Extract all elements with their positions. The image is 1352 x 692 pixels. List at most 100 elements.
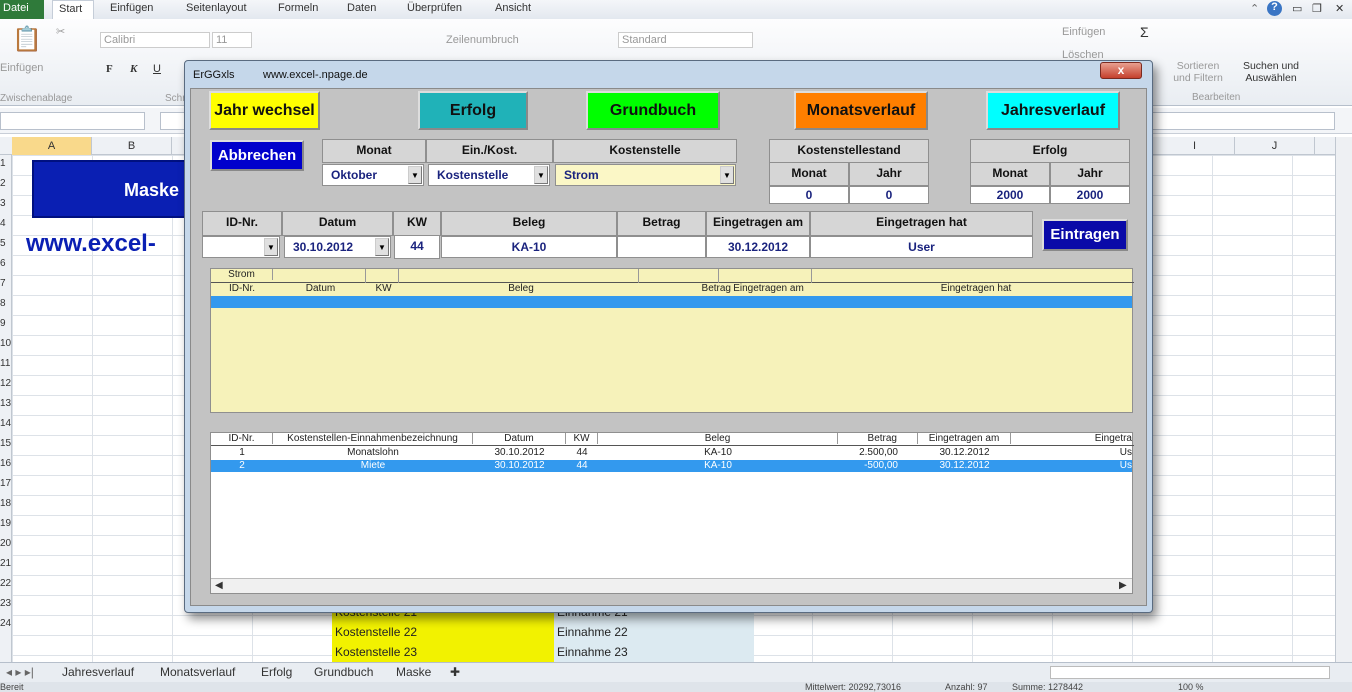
- italic-button[interactable]: K: [130, 63, 137, 75]
- row-header[interactable]: 18: [0, 498, 12, 509]
- tab-formeln[interactable]: Formeln: [278, 2, 318, 14]
- jahr-wechsel-button[interactable]: Jahr wechsel: [209, 91, 320, 130]
- sort-filter-button[interactable]: Sortieren und Filtern: [1168, 60, 1228, 84]
- row-header[interactable]: 20: [0, 538, 12, 549]
- entries-listbox[interactable]: ID-Nr. Kostenstellen-Einnahmenbezeichnun…: [210, 432, 1134, 594]
- chevron-down-icon[interactable]: ▼: [264, 238, 278, 256]
- chevron-down-icon[interactable]: ▼: [408, 166, 422, 184]
- zoom-level[interactable]: 100 %: [1178, 682, 1204, 692]
- jahresverlauf-button[interactable]: Jahresverlauf: [986, 91, 1120, 130]
- cost-center-cell[interactable]: Kostenstelle 22: [332, 622, 554, 642]
- row-header[interactable]: 24: [0, 618, 12, 629]
- sheet-tab-monatsverlauf[interactable]: Monatsverlauf: [160, 665, 235, 679]
- row-header[interactable]: 12: [0, 378, 12, 389]
- row-header[interactable]: 9: [0, 318, 12, 329]
- underline-button[interactable]: U: [153, 63, 161, 75]
- eingetragen-hat-input[interactable]: User: [810, 236, 1033, 258]
- help-icon[interactable]: ?: [1267, 1, 1282, 16]
- scroll-left-icon[interactable]: ◀: [215, 580, 223, 591]
- horizontal-scrollbar[interactable]: [1050, 666, 1330, 679]
- row-header[interactable]: 16: [0, 458, 12, 469]
- row-header[interactable]: 6: [0, 258, 12, 269]
- row-header[interactable]: 8: [0, 298, 12, 309]
- row-header[interactable]: 2: [0, 178, 12, 189]
- row-header[interactable]: 7: [0, 278, 12, 289]
- paste-icon[interactable]: 📋: [12, 25, 42, 54]
- kostenstelle-combobox[interactable]: Strom ▼: [555, 164, 736, 186]
- tab-datei[interactable]: Datei: [0, 0, 44, 19]
- datum-combobox[interactable]: 30.10.2012 ▼: [284, 236, 391, 258]
- income-cell[interactable]: Einnahme 22: [554, 622, 754, 642]
- row-header[interactable]: 11: [0, 358, 12, 369]
- column-header-i[interactable]: I: [1155, 137, 1235, 155]
- grundbuch-button[interactable]: Grundbuch: [586, 91, 720, 130]
- font-size-field[interactable]: 11: [212, 32, 252, 48]
- tab-start[interactable]: Start: [52, 0, 94, 19]
- sheet-tab-grundbuch[interactable]: Grundbuch: [314, 665, 373, 679]
- monat-combobox[interactable]: Oktober ▼: [322, 164, 424, 186]
- id-combobox[interactable]: ▼: [202, 236, 280, 258]
- row-header[interactable]: 10: [0, 338, 12, 349]
- tab-einfuegen[interactable]: Einfügen: [110, 2, 153, 14]
- erfolg-button[interactable]: Erfolg: [418, 91, 528, 130]
- tab-ansicht[interactable]: Ansicht: [495, 2, 531, 14]
- column-header-a[interactable]: A: [12, 137, 92, 155]
- selected-row[interactable]: [211, 296, 1132, 308]
- row-header[interactable]: 4: [0, 218, 12, 229]
- list2-horizontal-scrollbar[interactable]: ◀ ▶: [211, 578, 1132, 593]
- eintragen-button[interactable]: Eintragen: [1042, 219, 1128, 251]
- scroll-right-icon[interactable]: ▶: [1119, 580, 1127, 591]
- sheet-tab-erfolg[interactable]: Erfolg: [261, 665, 292, 679]
- wrap-text-button[interactable]: Zeilenumbruch: [446, 34, 519, 46]
- row-header[interactable]: 1: [0, 158, 12, 169]
- tab-seitenlayout[interactable]: Seitenlayout: [186, 2, 247, 14]
- income-cell[interactable]: Einnahme 23: [554, 642, 754, 662]
- paste-button[interactable]: Einfügen: [0, 62, 43, 74]
- row-header[interactable]: 5: [0, 238, 12, 249]
- new-sheet-icon[interactable]: ✚: [450, 665, 460, 679]
- tab-ueberpruefen[interactable]: Überprüfen: [407, 2, 462, 14]
- row-header[interactable]: 3: [0, 198, 12, 209]
- einkost-combobox[interactable]: Kostenstelle ▼: [428, 164, 550, 186]
- row-header[interactable]: 23: [0, 598, 12, 609]
- column-header-b[interactable]: B: [92, 137, 172, 155]
- chevron-down-icon[interactable]: ▼: [534, 166, 548, 184]
- row-header[interactable]: 17: [0, 478, 12, 489]
- tab-nav-arrows-icon[interactable]: ◂ ▸ ▸|: [6, 665, 34, 679]
- chevron-down-icon[interactable]: ▼: [375, 238, 389, 256]
- eingetragen-am-input[interactable]: 30.12.2012: [706, 236, 810, 258]
- betrag-input[interactable]: [617, 236, 706, 258]
- row-header[interactable]: 15: [0, 438, 12, 449]
- bold-button[interactable]: F: [106, 63, 113, 75]
- cost-center-cell[interactable]: Kostenstelle 23: [332, 642, 554, 662]
- autosum-button[interactable]: Σ: [1140, 24, 1149, 40]
- list-item-selected[interactable]: 2 Miete 30.10.2012 44 KA-10 -500,00 30.12.2012…: [211, 460, 1132, 472]
- list-item[interactable]: 1 Monatslohn 30.10.2012 44 KA-10 2.500,00 30.1…: [211, 447, 1132, 459]
- number-format-field[interactable]: Standard: [618, 32, 753, 48]
- font-name-field[interactable]: Calibri: [100, 32, 210, 48]
- column-header-j[interactable]: J: [1235, 137, 1315, 155]
- beleg-input[interactable]: KA-10: [441, 236, 617, 258]
- chevron-down-icon[interactable]: ▼: [720, 166, 734, 184]
- row-header[interactable]: 21: [0, 558, 12, 569]
- minimize-window-icon[interactable]: ▭: [1292, 2, 1302, 15]
- booking-listbox[interactable]: Strom ID-Nr. Datum KW Beleg Betrag Einge…: [210, 268, 1134, 413]
- close-window-icon[interactable]: ✕: [1335, 2, 1344, 15]
- sheet-tab-jahresverlauf[interactable]: Jahresverlauf: [62, 665, 134, 679]
- find-select-button[interactable]: Suchen und Auswählen: [1238, 60, 1304, 84]
- tab-daten[interactable]: Daten: [347, 2, 376, 14]
- monatsverlauf-button[interactable]: Monatsverlauf: [794, 91, 928, 130]
- minimize-ribbon-icon[interactable]: ⌃: [1250, 2, 1259, 15]
- restore-window-icon[interactable]: ❐: [1312, 2, 1322, 15]
- cut-icon[interactable]: ✂: [56, 25, 65, 38]
- row-header[interactable]: 14: [0, 418, 12, 429]
- kw-input[interactable]: 44: [394, 235, 440, 259]
- name-box[interactable]: [0, 112, 145, 130]
- dialog-close-button[interactable]: x: [1100, 62, 1142, 79]
- insert-cells-button[interactable]: Einfügen: [1062, 26, 1105, 38]
- vertical-scrollbar[interactable]: [1335, 137, 1352, 662]
- row-header[interactable]: 13: [0, 398, 12, 409]
- abbrechen-button[interactable]: Abbrechen: [210, 140, 304, 171]
- sheet-tab-maske[interactable]: Maske: [396, 665, 431, 679]
- row-header[interactable]: 22: [0, 578, 12, 589]
